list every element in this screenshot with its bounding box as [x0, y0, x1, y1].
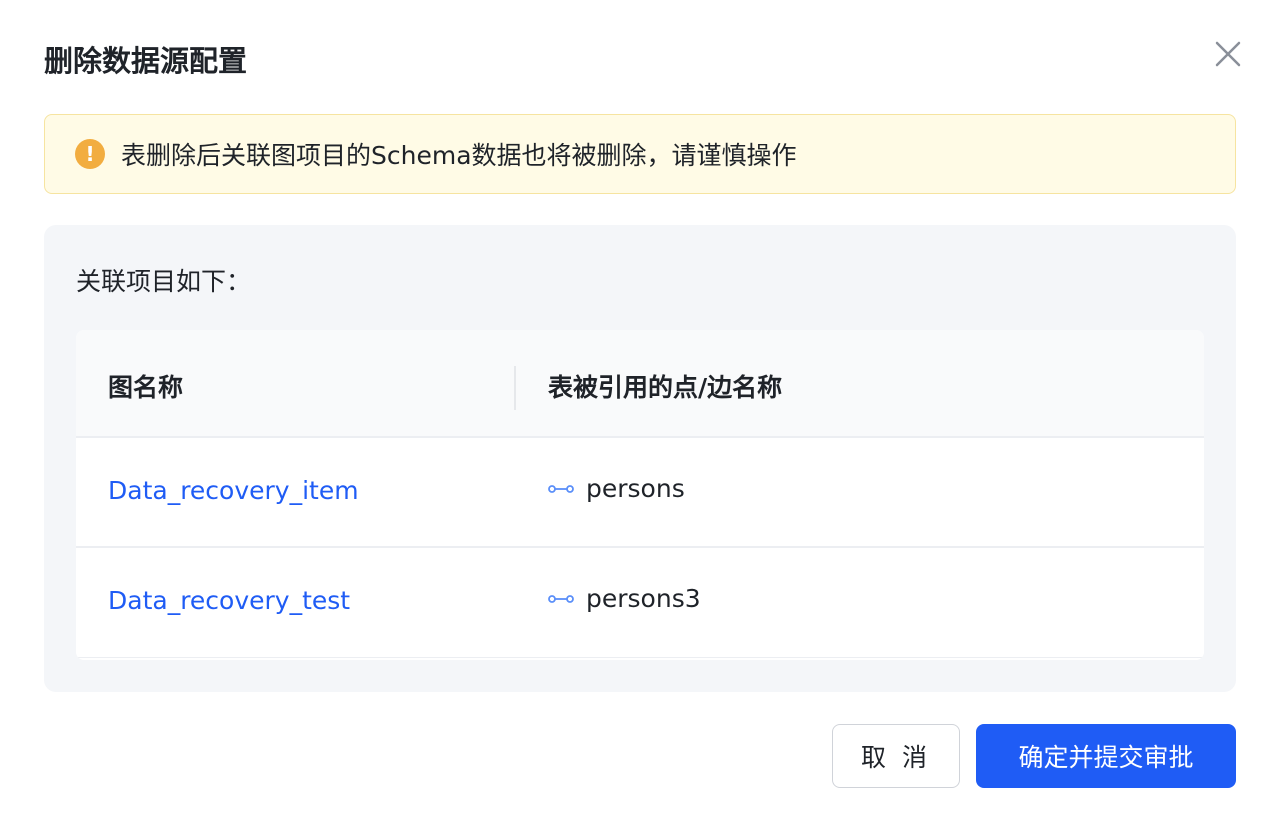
dialog-title: 删除数据源配置: [44, 44, 248, 78]
related-projects-table: 图名称 表被引用的点/边名称 Data_recovery_item person…: [76, 330, 1204, 660]
graph-name-link[interactable]: Data_recovery_test: [108, 586, 350, 615]
related-projects-panel: 关联项目如下： 图名称 表被引用的点/边名称 Data_recovery_ite…: [44, 225, 1236, 692]
close-icon[interactable]: [1212, 38, 1244, 70]
edge-name-cell: persons: [548, 474, 685, 503]
warning-alert: ! 表删除后关联图项目的Schema数据也将被删除，请谨慎操作: [44, 114, 1236, 194]
related-projects-label: 关联项目如下：: [76, 267, 252, 296]
edge-icon: [548, 483, 574, 495]
table-row: Data_recovery_test persons3: [76, 548, 1204, 658]
column-header-edge-name: 表被引用的点/边名称: [548, 373, 783, 402]
column-divider[interactable]: [514, 366, 516, 410]
edge-icon: [548, 593, 574, 605]
table-row: Data_recovery_item persons: [76, 438, 1204, 548]
edge-name: persons: [586, 474, 685, 503]
edge-name-cell: persons3: [548, 584, 701, 613]
edge-name: persons3: [586, 584, 701, 613]
alert-text: 表删除后关联图项目的Schema数据也将被删除，请谨慎操作: [121, 141, 797, 170]
cancel-button[interactable]: 取 消: [832, 724, 960, 788]
table-header: 图名称 表被引用的点/边名称: [76, 330, 1204, 438]
delete-datasource-dialog: 删除数据源配置 ! 表删除后关联图项目的Schema数据也将被删除，请谨慎操作 …: [0, 0, 1284, 826]
column-header-graph-name: 图名称: [108, 373, 184, 402]
confirm-submit-button[interactable]: 确定并提交审批: [976, 724, 1236, 788]
warning-icon: !: [75, 139, 105, 169]
graph-name-link[interactable]: Data_recovery_item: [108, 476, 359, 505]
